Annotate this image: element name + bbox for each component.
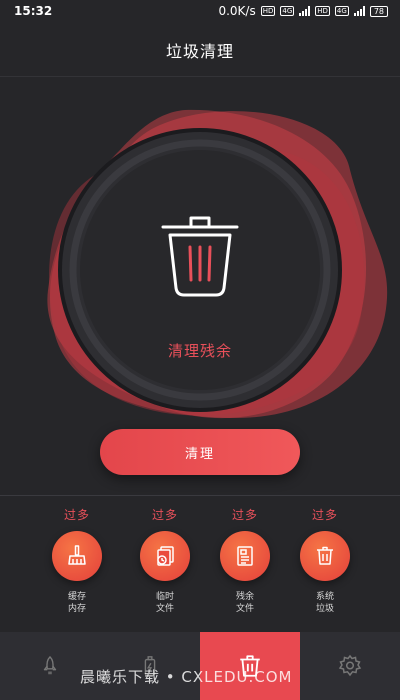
category-label-line2: 垃圾 — [315, 604, 334, 614]
nav-item-settings[interactable] — [300, 632, 400, 700]
hd-icon: HD — [260, 6, 276, 16]
clean-button[interactable]: 清理 — [100, 429, 300, 475]
category-label-line2: 文件 — [155, 604, 174, 614]
category-system-junk[interactable]: 过多 系统 垃圾 — [285, 506, 365, 615]
category-cache-memory[interactable]: 过多 缓存 内存 — [37, 506, 117, 615]
status-bar: 15:32 0.0K/s HD 4G HD 4G 78 — [0, 0, 400, 22]
category-badge: 过多 — [311, 508, 338, 522]
category-label: 临时 文件 — [125, 591, 205, 615]
header-divider — [0, 76, 400, 77]
broom-icon[interactable] — [52, 531, 102, 581]
hd-icon-2: HD — [315, 6, 330, 16]
category-label: 缓存 内存 — [37, 591, 117, 615]
hero-graphic: 清理残余 — [0, 90, 400, 430]
battery-indicator: 78 — [369, 5, 388, 17]
category-label-line1: 缓存 — [67, 592, 86, 602]
category-residual-files[interactable]: 过多 残余 文件 — [205, 506, 285, 615]
category-label-line1: 系统 — [315, 592, 334, 602]
network-speed: 0.0K/s — [218, 4, 256, 18]
net-type-1: 4G — [280, 6, 295, 16]
trash-icon[interactable] — [300, 531, 350, 581]
signal-icon — [299, 6, 311, 16]
category-label-line1: 残余 — [235, 592, 254, 602]
hero-label: 清理残余 — [167, 342, 232, 360]
category-label: 系统 垃圾 — [285, 591, 365, 615]
category-label-line1: 临时 — [155, 592, 174, 602]
gear-icon — [338, 654, 362, 677]
rocket-icon — [43, 656, 57, 675]
files-icon[interactable] — [140, 531, 190, 581]
category-temp-files[interactable]: 过多 临时 文件 — [125, 506, 205, 615]
document-icon[interactable] — [220, 531, 270, 581]
category-badge: 过多 — [151, 508, 178, 522]
category-label: 残余 文件 — [205, 591, 285, 615]
watermark-text: 晨曦乐下载 • CXLEDU.COM — [80, 668, 293, 686]
status-time: 15:32 — [14, 4, 53, 18]
category-label-line2: 内存 — [67, 604, 86, 614]
category-badge: 过多 — [63, 508, 90, 522]
page-title: 垃圾清理 — [165, 42, 234, 61]
category-label-line2: 文件 — [235, 604, 254, 614]
section-divider — [0, 495, 400, 496]
net-type-2: 4G — [334, 6, 349, 16]
signal-icon-2 — [353, 6, 365, 16]
status-right: 0.0K/s HD 4G HD 4G 78 — [218, 4, 388, 18]
category-badge: 过多 — [231, 508, 258, 522]
